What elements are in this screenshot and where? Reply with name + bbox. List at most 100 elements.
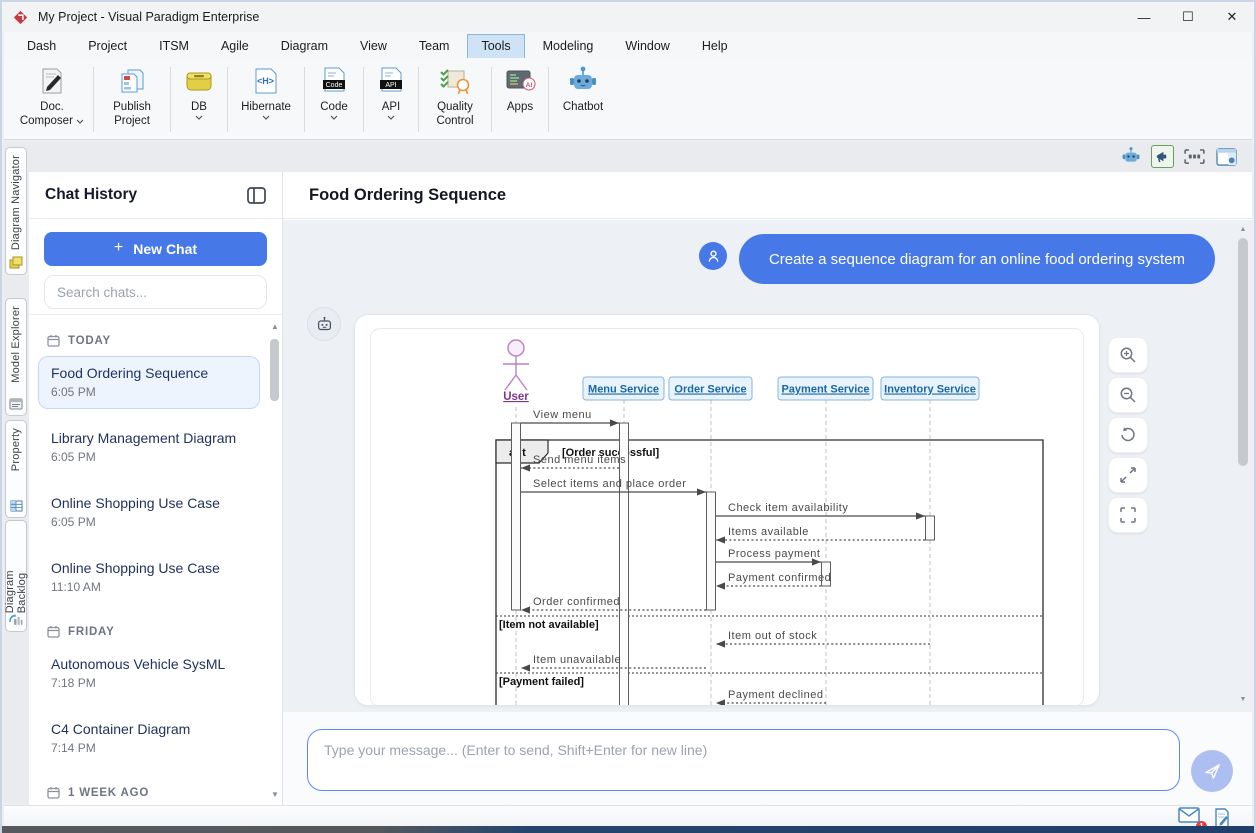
- collapse-panel-icon[interactable]: [247, 187, 266, 204]
- apps-icon: AI: [504, 65, 536, 97]
- chat-item-time: 6:05 PM: [51, 515, 247, 529]
- menu-dash[interactable]: Dash: [14, 35, 69, 58]
- bot-avatar: [307, 307, 341, 341]
- fit-screen-button[interactable]: [1108, 497, 1148, 533]
- new-chat-label: New Chat: [133, 241, 197, 257]
- hibernate-button[interactable]: <H> Hibernate: [233, 63, 299, 136]
- svg-text:Inventory Service: Inventory Service: [884, 384, 976, 396]
- layout-frame-icon[interactable]: [1183, 145, 1206, 168]
- chat-item[interactable]: C4 Container Diagram7:14 PM: [38, 712, 260, 765]
- svg-text:[Item not available]: [Item not available]: [499, 619, 599, 631]
- chatbot-panel-icon[interactable]: [1119, 145, 1142, 168]
- chat-list-scrollbar[interactable]: ▲ ▼: [269, 321, 281, 801]
- doc-composer-button[interactable]: Doc. Composer: [16, 63, 88, 136]
- chat-item-title: Online Shopping Use Case: [51, 560, 247, 576]
- sidebar-tab-property[interactable]: Property: [5, 420, 27, 518]
- chat-group-header: TODAY: [29, 325, 282, 354]
- api-label: API: [382, 100, 401, 114]
- search-chats-box: [44, 275, 267, 309]
- quality-control-button[interactable]: Quality Control: [424, 63, 486, 136]
- svg-text:Payment confirmed: Payment confirmed: [728, 572, 831, 584]
- menu-help[interactable]: Help: [689, 35, 741, 58]
- announcement-icon[interactable]: [1151, 145, 1174, 168]
- publish-project-button[interactable]: Publish Project: [99, 63, 165, 136]
- log-document-icon[interactable]: [1214, 808, 1230, 828]
- menu-team[interactable]: Team: [406, 35, 463, 58]
- code-icon: Code: [320, 65, 348, 97]
- message-input[interactable]: [307, 729, 1180, 791]
- chat-item[interactable]: Food Ordering Sequence6:05 PM: [38, 356, 260, 409]
- expand-arrows-icon: [1119, 466, 1137, 484]
- diagram-card: alt[Order successful][Item not available…: [354, 314, 1100, 706]
- apps-button[interactable]: AI Apps: [497, 63, 543, 136]
- database-icon: [183, 65, 215, 97]
- menu-modeling[interactable]: Modeling: [530, 35, 607, 58]
- chat-item-title: Library Management Diagram: [51, 430, 247, 446]
- messages-indicator[interactable]: 1: [1178, 807, 1200, 828]
- chat-list: TODAYFood Ordering Sequence6:05 PM Librar…: [29, 314, 282, 805]
- menu-diagram[interactable]: Diagram: [268, 35, 341, 58]
- expand-button[interactable]: [1108, 457, 1148, 493]
- chatbot-button[interactable]: Chatbot: [554, 63, 612, 136]
- scroll-down-arrow-icon[interactable]: ▼: [1237, 696, 1249, 706]
- chevron-down-icon: [330, 115, 338, 120]
- svg-text:Items available: Items available: [728, 526, 809, 538]
- sequence-diagram-canvas[interactable]: alt[Order successful][Item not available…: [370, 328, 1084, 706]
- search-chats-input[interactable]: [57, 285, 254, 300]
- chat-item[interactable]: Library Management Diagram6:05 PM: [38, 421, 260, 474]
- sidebar-tab-diagram-navigator[interactable]: Diagram Navigator: [5, 147, 27, 275]
- scroll-up-arrow-icon[interactable]: ▲: [1237, 226, 1249, 236]
- maximize-button[interactable]: ☐: [1166, 2, 1210, 32]
- menu-view[interactable]: View: [347, 35, 400, 58]
- chat-history-title: Chat History: [45, 186, 137, 204]
- menu-agile[interactable]: Agile: [208, 35, 262, 58]
- diagram-zoom-tools: [1108, 337, 1152, 533]
- zoom-in-button[interactable]: [1108, 337, 1148, 373]
- panel-layout-icon[interactable]: [1215, 145, 1238, 168]
- mail-icon: [1178, 807, 1200, 823]
- chevron-down-icon: [195, 115, 203, 120]
- menu-project[interactable]: Project: [75, 35, 140, 58]
- chat-item[interactable]: Online Shopping Use Case11:10 AM: [38, 551, 260, 604]
- ribbon-toolbar: Doc. Composer Publish Project DB <H> Hib…: [4, 58, 1252, 140]
- svg-text:API: API: [385, 82, 396, 89]
- menubar: Dash Project ITSM Agile Diagram View TeamTools…: [4, 32, 1252, 58]
- sidebar-tab-model-explorer[interactable]: Model Explorer: [5, 298, 27, 416]
- chat-group-header: FRIDAY: [29, 616, 282, 645]
- close-button[interactable]: ✕: [1210, 2, 1254, 32]
- menu-tools[interactable]: Tools: [468, 35, 523, 58]
- svg-text:View menu: View menu: [533, 409, 592, 421]
- code-button[interactable]: Code Code: [310, 63, 358, 136]
- zoom-out-button[interactable]: [1108, 377, 1148, 413]
- conversation-scrollbar[interactable]: ▲ ▼: [1237, 226, 1249, 706]
- app-window: My Project - Visual Paradigm Enterprise …: [0, 0, 1256, 833]
- diagram-navigator-label: Diagram Navigator: [10, 155, 22, 250]
- api-icon: API: [377, 65, 405, 97]
- api-button[interactable]: API API: [369, 63, 413, 136]
- hibernate-icon: <H>: [252, 65, 280, 97]
- scrollbar-thumb[interactable]: [270, 339, 279, 401]
- doc-composer-label: Doc. Composer: [20, 101, 73, 127]
- new-chat-button[interactable]: + New Chat: [44, 232, 267, 266]
- menu-window[interactable]: Window: [612, 35, 682, 58]
- svg-text:AI: AI: [526, 82, 533, 89]
- svg-text:Code: Code: [326, 82, 343, 89]
- model-explorer-label: Model Explorer: [10, 306, 22, 383]
- scroll-down-arrow-icon[interactable]: ▼: [269, 789, 281, 801]
- conversation-title: Food Ordering Sequence: [283, 172, 1252, 219]
- fit-corners-icon: [1119, 506, 1137, 524]
- reset-view-button[interactable]: [1108, 417, 1148, 453]
- send-button[interactable]: [1191, 750, 1233, 792]
- chat-history-panel: Chat History + New Chat TODAYFood Orderi…: [29, 172, 283, 805]
- scrollbar-thumb[interactable]: [1238, 238, 1248, 466]
- chat-item[interactable]: Online Shopping Use Case6:05 PM: [38, 486, 260, 539]
- apps-label: Apps: [507, 100, 533, 114]
- menu-itsm[interactable]: ITSM: [146, 35, 202, 58]
- scroll-up-arrow-icon[interactable]: ▲: [269, 321, 281, 333]
- chat-item[interactable]: Autonomous Vehicle SysML7:18 PM: [38, 647, 260, 700]
- chat-item-time: 7:18 PM: [51, 676, 247, 690]
- db-button[interactable]: DB: [176, 63, 222, 136]
- sidebar-tab-diagram-backlog[interactable]: Diagram Backlog: [5, 520, 27, 632]
- chat-item-title: C4 Container Diagram: [51, 721, 247, 737]
- minimize-button[interactable]: —: [1122, 2, 1166, 32]
